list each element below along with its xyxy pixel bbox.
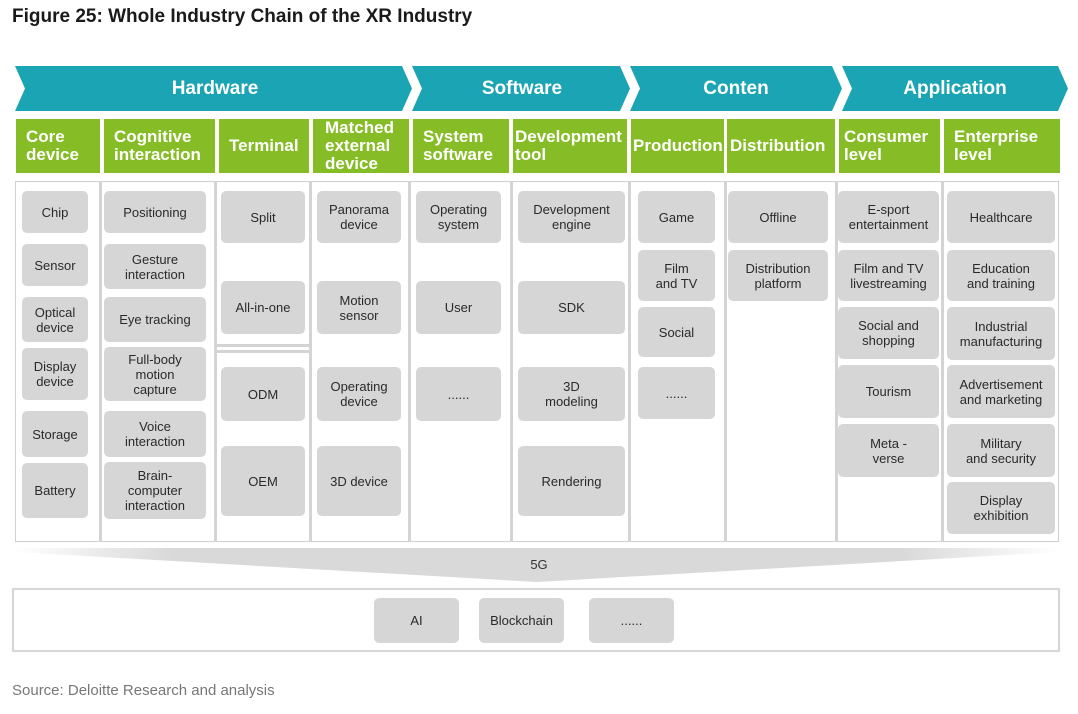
stage-label-hardware: Hardware bbox=[171, 77, 259, 99]
item-industrial-manufacturing: Industrial manufacturing bbox=[947, 307, 1055, 360]
item-voice-interaction: Voice interaction bbox=[104, 411, 206, 457]
group-system-software: System software bbox=[413, 119, 509, 173]
divider bbox=[510, 181, 513, 542]
item-3d-device: 3D device bbox=[317, 446, 401, 516]
item-sdk: SDK bbox=[518, 281, 625, 334]
item-motion-sensor: Motion sensor bbox=[317, 281, 401, 334]
item-optical-device: Optical device bbox=[22, 297, 88, 342]
item-more: ...... bbox=[416, 367, 501, 421]
item-meta-verse: Meta - verse bbox=[838, 424, 939, 477]
divider bbox=[216, 344, 309, 347]
divider bbox=[408, 181, 411, 542]
stage-label-content: Conten bbox=[703, 77, 769, 99]
item-storage: Storage bbox=[22, 411, 88, 457]
item-e-sport-entertainment: E-sport entertainment bbox=[838, 191, 939, 243]
item-film-and-tv-livestreaming: Film and TV livestreaming bbox=[838, 250, 939, 301]
item-film-and-tv: Film and TV bbox=[638, 250, 715, 301]
item-advertisement-and-marketing: Advertisement and marketing bbox=[947, 365, 1055, 418]
divider bbox=[216, 350, 309, 353]
divider bbox=[941, 181, 944, 542]
item-3d-modeling: 3D modeling bbox=[518, 367, 625, 421]
item-sensor: Sensor bbox=[22, 244, 88, 286]
item-operating-system: Operating system bbox=[416, 191, 501, 243]
item-chip: Chip bbox=[22, 191, 88, 233]
stage-label-software: Software bbox=[481, 77, 563, 99]
group-core-device: Core device bbox=[16, 119, 100, 173]
group-terminal: Terminal bbox=[219, 119, 309, 173]
item-battery: Battery bbox=[22, 463, 88, 518]
group-matched-external-device: Matched external device bbox=[313, 119, 409, 173]
group-development-tool: Development tool bbox=[513, 119, 627, 173]
item-display-device: Display device bbox=[22, 348, 88, 400]
item-game: Game bbox=[638, 191, 715, 243]
item-operating-device: Operating device bbox=[317, 367, 401, 421]
item-more: ...... bbox=[638, 367, 715, 419]
item-brain-computer-interaction: Brain- computer interaction bbox=[104, 462, 206, 519]
source-note: Source: Deloitte Research and analysis bbox=[12, 682, 275, 699]
item-user: User bbox=[416, 281, 501, 334]
item-display-exhibition: Display exhibition bbox=[947, 482, 1055, 534]
item-blockchain: Blockchain bbox=[479, 598, 564, 643]
item-healthcare: Healthcare bbox=[947, 191, 1055, 243]
item-odm: ODM bbox=[221, 367, 305, 421]
group-cognitive-interaction: Cognitive interaction bbox=[104, 119, 215, 173]
item-full-body-motion-capture: Full-body motion capture bbox=[104, 347, 206, 401]
item-distribution-platform: Distribution platform bbox=[728, 250, 828, 301]
item-eye-tracking: Eye tracking bbox=[104, 297, 206, 342]
item-tourism: Tourism bbox=[838, 365, 939, 418]
divider bbox=[214, 181, 217, 542]
group-production: Production bbox=[631, 119, 724, 173]
divider bbox=[628, 181, 631, 542]
divider bbox=[724, 181, 727, 542]
item-offline: Offline bbox=[728, 191, 828, 243]
stage-label-application: Application bbox=[903, 77, 1007, 99]
group-enterprise-level: Enterprise level bbox=[944, 119, 1060, 173]
item-education-and-training: Education and training bbox=[947, 250, 1055, 301]
group-distribution: Distribution bbox=[727, 119, 835, 173]
item-social: Social bbox=[638, 307, 715, 357]
item-panorama-device: Panorama device bbox=[317, 191, 401, 243]
item-positioning: Positioning bbox=[104, 191, 206, 233]
item-ai: AI bbox=[374, 598, 459, 643]
item-social-and-shopping: Social and shopping bbox=[838, 307, 939, 359]
item-military-and-security: Military and security bbox=[947, 424, 1055, 477]
item-development-engine: Development engine bbox=[518, 191, 625, 243]
item-rendering: Rendering bbox=[518, 446, 625, 516]
item-more: ...... bbox=[589, 598, 674, 643]
item-all-in-one: All-in-one bbox=[221, 281, 305, 334]
item-oem: OEM bbox=[221, 446, 305, 516]
item-gesture-interaction: Gesture interaction bbox=[104, 244, 206, 289]
divider bbox=[99, 181, 102, 542]
item-split: Split bbox=[221, 191, 305, 243]
divider bbox=[309, 181, 312, 542]
group-consumer-level: Consumer level bbox=[839, 119, 940, 173]
5g-label: 5G bbox=[530, 557, 548, 572]
